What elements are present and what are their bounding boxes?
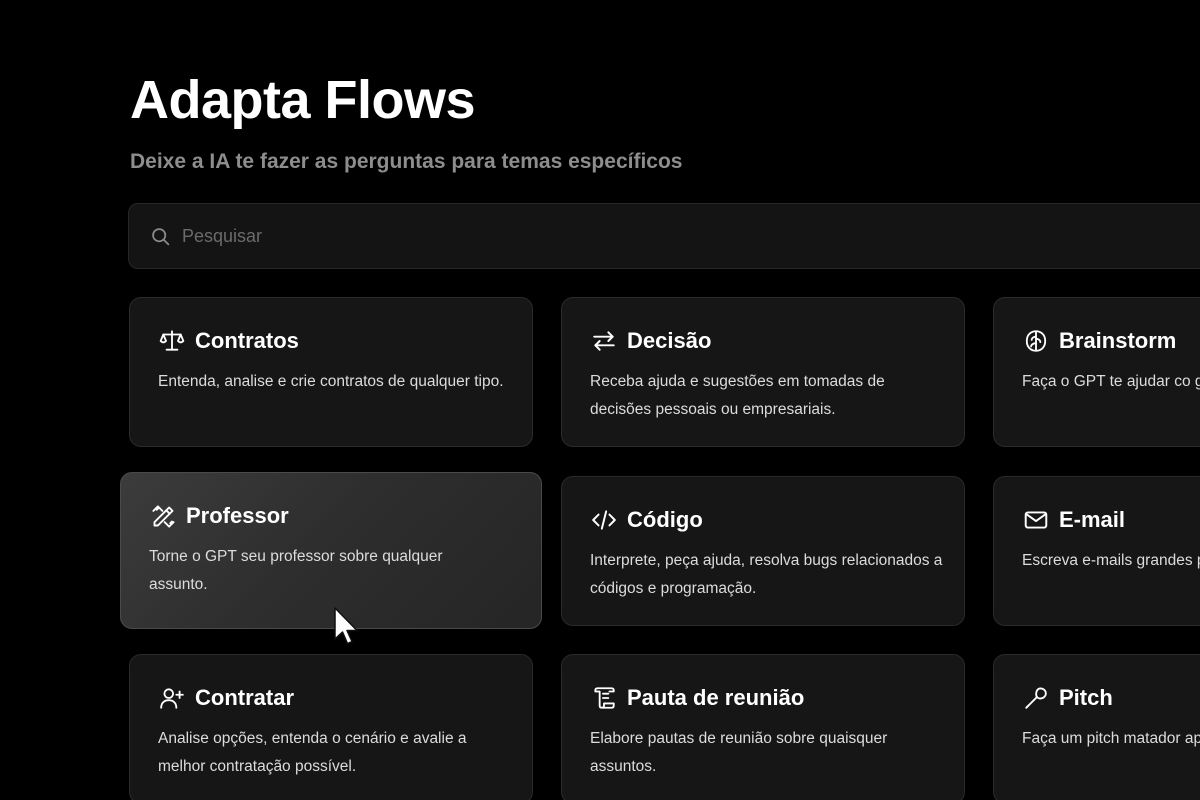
card-title: Pauta de reunião xyxy=(627,685,805,710)
flow-card-decisao[interactable]: Decisão Receba ajuda e sugestões em toma… xyxy=(561,297,965,447)
flows-page: Adapta Flows Deixe a IA te fazer as perg… xyxy=(0,0,1200,800)
page-title: Adapta Flows xyxy=(130,70,476,130)
scroll-icon xyxy=(590,684,618,712)
flow-card-brainstorm[interactable]: Brainstorm Faça o GPT te ajudar co geraç… xyxy=(993,297,1200,447)
scale-icon xyxy=(158,327,186,355)
pencil-ruler-icon xyxy=(149,502,177,530)
mail-icon xyxy=(1022,506,1050,534)
card-description: Faça o GPT te ajudar co geração de ideia… xyxy=(1022,373,1200,390)
card-description: Interprete, peça ajuda, resolva bugs rel… xyxy=(590,552,943,597)
search-bar[interactable] xyxy=(128,203,1200,269)
code-icon xyxy=(590,506,618,534)
card-title: Brainstorm xyxy=(1059,328,1177,353)
flow-card-contratos[interactable]: Contratos Entenda, analise e crie contra… xyxy=(129,297,533,447)
card-description: Elabore pautas de reunião sobre quaisque… xyxy=(590,730,888,775)
card-title: Contratos xyxy=(195,328,299,353)
flow-card-codigo[interactable]: Código Interprete, peça ajuda, resolva b… xyxy=(561,476,965,626)
card-description: Entenda, analise e crie contratos de qua… xyxy=(158,373,504,390)
swap-arrows-icon xyxy=(590,327,618,355)
card-title: Contratar xyxy=(195,685,295,710)
brain-icon xyxy=(1022,327,1050,355)
card-description: Torne o GPT seu professor sobre qualquer… xyxy=(149,548,443,593)
card-title: E-mail xyxy=(1059,507,1126,532)
card-title: Código xyxy=(627,507,703,532)
flow-card-email[interactable]: E-mail Escreva e-mails grandes poucos in… xyxy=(993,476,1200,626)
card-description: Escreva e-mails grandes poucos inputs. xyxy=(1022,552,1200,569)
flow-card-pauta[interactable]: Pauta de reunião Elabore pautas de reuni… xyxy=(561,654,965,800)
card-description: Faça um pitch matador apresentar uma ide… xyxy=(1022,730,1200,747)
search-input[interactable] xyxy=(180,215,1084,257)
flow-card-contratar[interactable]: Contratar Analise opções, entenda o cená… xyxy=(129,654,533,800)
card-description: Receba ajuda e sugestões em tomadas de d… xyxy=(590,373,885,418)
card-description: Analise opções, entenda o cenário e aval… xyxy=(158,730,467,775)
flow-card-pitch[interactable]: Pitch Faça um pitch matador apresentar u… xyxy=(993,654,1200,800)
wrench-icon xyxy=(1022,684,1050,712)
card-title: Pitch xyxy=(1059,685,1113,710)
page-subtitle: Deixe a IA te fazer as perguntas para te… xyxy=(130,150,683,173)
card-title: Decisão xyxy=(627,328,712,353)
search-icon xyxy=(149,225,171,247)
user-plus-icon xyxy=(158,684,186,712)
card-title: Professor xyxy=(186,503,289,528)
flow-card-professor[interactable]: Professor Torne o GPT seu professor sobr… xyxy=(120,472,542,629)
